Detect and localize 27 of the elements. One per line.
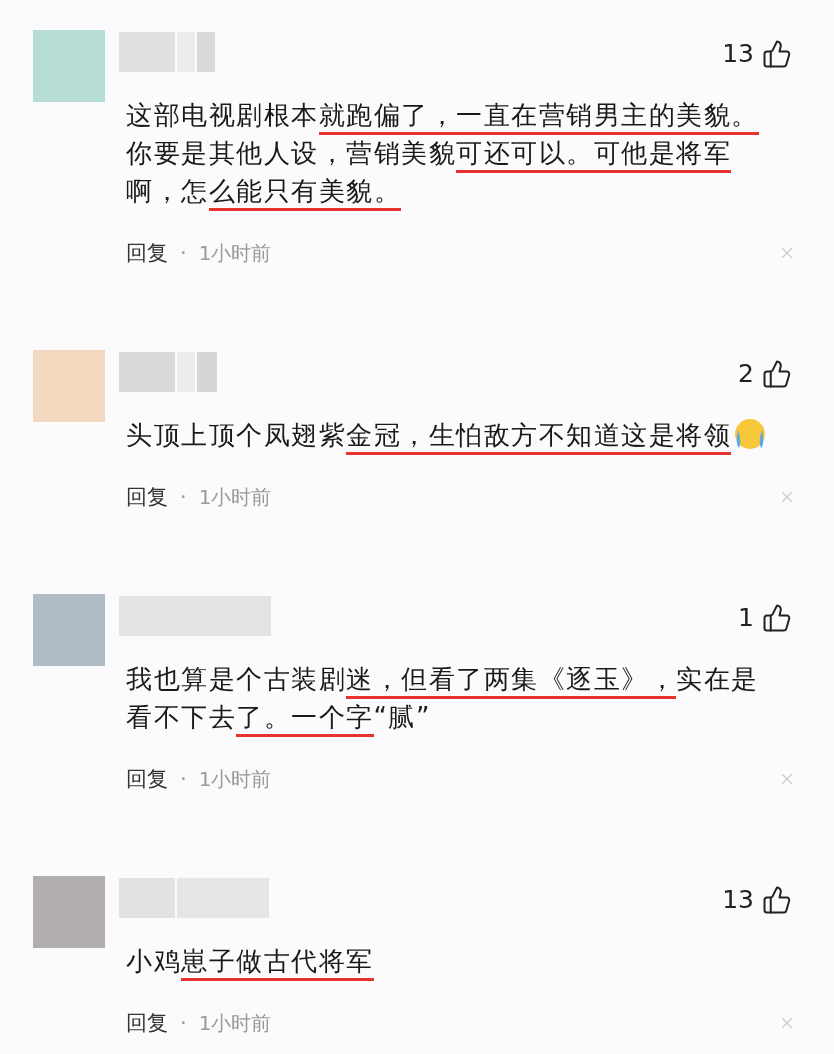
thumbs-up-icon[interactable] [762,39,792,69]
reply-link[interactable]: 回复 [126,1009,168,1037]
reply-link[interactable]: 回复 [126,765,168,793]
comment-text: 我也算是个古装剧迷，但看了两集《逐玉》，实在是看不下去了。一个字“腻” [126,660,776,736]
thumbs-up-icon[interactable] [762,603,792,633]
comment-time: 1小时前 [198,239,272,267]
avatar[interactable] [33,30,105,102]
avatar[interactable] [33,876,105,948]
reply-link[interactable]: 回复 [126,239,168,267]
reply-link[interactable]: 回复 [126,483,168,511]
like-count: 2 [738,358,754,390]
comment-text: 小鸡崽子做古代将军 [126,942,776,980]
comment-time: 1小时前 [198,765,272,793]
like-count: 13 [722,38,754,70]
separator-dot: · [180,485,187,509]
comment-time: 1小时前 [198,483,272,511]
separator-dot: · [180,1011,187,1035]
avatar[interactable] [33,350,105,422]
separator-dot: · [180,767,187,791]
avatar[interactable] [33,594,105,666]
like-count: 13 [722,884,754,916]
thumbs-up-icon[interactable] [762,359,792,389]
comment-time: 1小时前 [198,1009,272,1037]
thumbs-up-icon[interactable] [762,885,792,915]
comment-text: 这部电视剧根本就跑偏了，一直在营销男主的美貌。 你要是其他人设，营销美貌可还可以。可他是将军 啊，怎么能只有美貌。 [126,96,776,210]
like-count: 1 [738,602,754,634]
separator-dot: · [180,241,187,265]
